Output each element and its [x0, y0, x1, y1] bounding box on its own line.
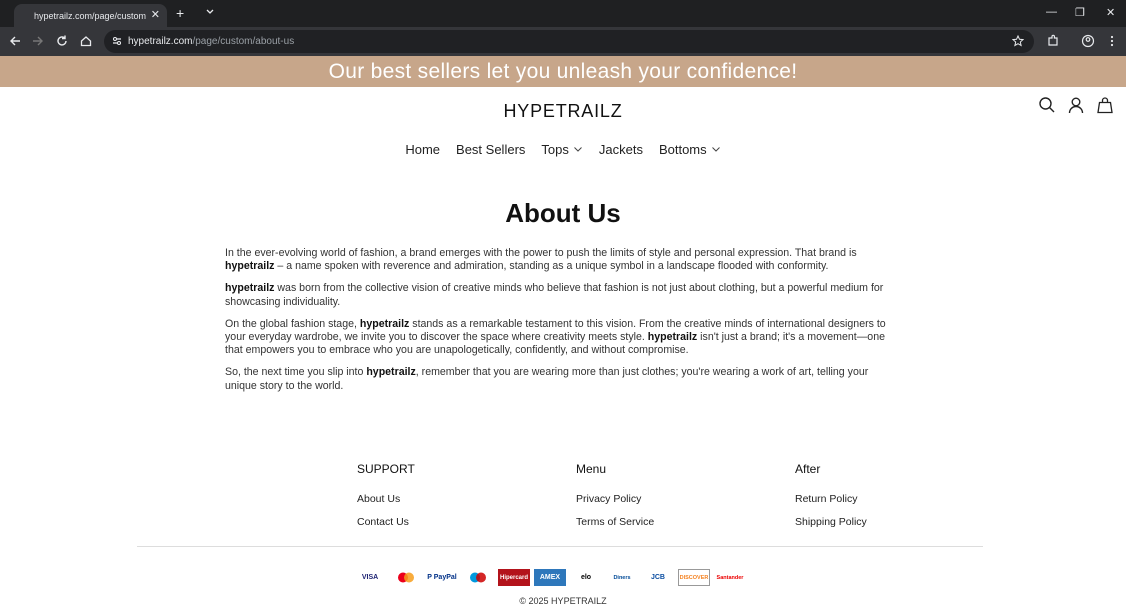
brand-name: hypetrailz [647, 331, 698, 344]
announcement-text: Our best sellers let you unleash your co… [328, 59, 798, 83]
about-content: About Us In the ever-evolving world of f… [225, 164, 901, 393]
payment-methods: VISA P PayPal Hipercard AMEX elo Diners JCB DIS… [354, 569, 746, 586]
site-settings-icon[interactable] [111, 35, 123, 47]
restore-button[interactable]: ❐ [1075, 6, 1085, 19]
nav-home[interactable]: Home [405, 142, 440, 157]
footer-heading: SUPPORT [357, 462, 415, 476]
site-header: HYPETRAILZ [0, 87, 1126, 134]
payment-icon [390, 569, 422, 586]
tab-close-icon[interactable]: ✕ [151, 8, 160, 21]
home-icon[interactable] [79, 34, 93, 48]
payment-icon: elo [580, 574, 592, 581]
text-run: So, the next time you slip into [225, 366, 367, 379]
text-run: On the global fashion stage, [225, 317, 360, 330]
paragraph-2: hypetrailz was born from the collective … [225, 282, 901, 308]
footer-link-return-policy[interactable]: Return Policy [795, 493, 867, 505]
payment-icon: Hipercard [498, 569, 530, 586]
payment-icon: P PayPal [427, 574, 457, 581]
close-window-button[interactable]: ✕ [1106, 6, 1115, 19]
nav-jackets[interactable]: Jackets [599, 142, 643, 157]
footer-link-contact-us[interactable]: Contact Us [357, 516, 415, 528]
reload-icon[interactable] [55, 34, 69, 48]
menu-kebab-icon[interactable] [1105, 34, 1119, 48]
tab-search-chevron-icon[interactable] [205, 7, 215, 17]
footer-column-after: After Return Policy Shipping Policy [795, 462, 867, 539]
footer-column-support: SUPPORT About Us Contact Us [357, 462, 415, 539]
browser-toolbar: hypetrailz.com/page/custom/about-us [0, 27, 1126, 56]
payment-icon: VISA [361, 574, 379, 581]
nav-label: Jackets [598, 141, 643, 157]
profile-icon[interactable] [1081, 34, 1095, 48]
extensions-icon[interactable] [1046, 34, 1060, 48]
nav-label: Best Sellers [456, 141, 526, 157]
footer-heading: Menu [576, 462, 607, 476]
payment-icon: Santander [716, 574, 744, 581]
payment-icon: DISCOVER [678, 569, 710, 586]
footer-column-menu: Menu Privacy Policy Terms of Service [576, 462, 654, 539]
browser-tab[interactable]: hypetrailz.com/page/custom/about-us ✕ [14, 4, 167, 27]
minimize-button[interactable]: — [1046, 6, 1057, 18]
nav-bottoms[interactable]: Bottoms [659, 142, 721, 157]
page-title: About Us [505, 198, 621, 228]
nav-label: Bottoms [658, 141, 707, 157]
payment-icon [462, 569, 494, 586]
browser-tab-bar: hypetrailz.com/page/custom/about-us ✕ + … [0, 0, 1126, 27]
account-icon[interactable] [1067, 96, 1085, 114]
text-run: In the ever-evolving world of fashion, a… [225, 247, 857, 259]
forward-arrow-icon[interactable] [31, 34, 45, 48]
chevron-down-icon [574, 147, 582, 152]
footer-link-shipping-policy[interactable]: Shipping Policy [795, 516, 867, 528]
payment-icon: AMEX [534, 569, 566, 586]
footer-heading: After [795, 462, 821, 476]
bookmark-star-icon[interactable] [1012, 35, 1024, 47]
url-path: /page/custom/about-us [192, 36, 295, 47]
footer-link-terms-of-service[interactable]: Terms of Service [576, 516, 654, 528]
brand-name: hypetrailz [366, 366, 416, 379]
footer-link-about-us[interactable]: About Us [357, 493, 415, 505]
main-navigation: Home Best Sellers Tops Jackets Bottoms [0, 134, 1126, 164]
nav-tops[interactable]: Tops [541, 142, 582, 157]
brand-name: hypetrailz [359, 317, 410, 330]
copyright-text: © 2025 HYPETRAILZ [519, 596, 607, 606]
text-run: – a name spoken with reverence and admir… [274, 260, 829, 273]
url-host: hypetrailz.com [128, 36, 193, 47]
paragraph-1: In the ever-evolving world of fashion, a… [225, 247, 901, 273]
payment-icon: JCB [650, 574, 665, 581]
text-run: was born from the collective vision of c… [225, 282, 884, 308]
nav-label: Tops [541, 141, 569, 157]
brand-name: hypetrailz [225, 282, 275, 295]
paragraph-3: On the global fashion stage, hypetrailz … [225, 318, 901, 358]
announcement-bar: Our best sellers let you unleash your co… [0, 56, 1126, 87]
new-tab-button[interactable]: + [176, 5, 184, 21]
tab-title: hypetrailz.com/page/custom/about-us [34, 10, 146, 21]
cart-bag-icon[interactable] [1096, 96, 1114, 114]
nav-best-sellers[interactable]: Best Sellers [456, 142, 525, 157]
nav-label: Home [405, 141, 441, 157]
search-icon[interactable] [1038, 96, 1056, 114]
footer-divider [137, 546, 983, 547]
brand-name: hypetrailz [225, 260, 275, 273]
back-arrow-icon[interactable] [8, 34, 22, 48]
payment-icon: Diners [613, 574, 631, 581]
site-logo[interactable]: HYPETRAILZ [0, 101, 1126, 122]
footer-link-privacy-policy[interactable]: Privacy Policy [576, 493, 654, 505]
address-bar[interactable]: hypetrailz.com/page/custom/about-us [104, 30, 1034, 53]
paragraph-4: So, the next time you slip into hypetrai… [225, 366, 901, 392]
chevron-down-icon [711, 147, 720, 152]
